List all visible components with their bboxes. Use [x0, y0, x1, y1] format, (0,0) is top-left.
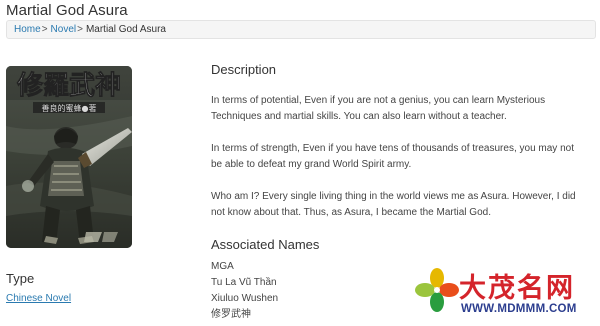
associated-name: Tu La Vũ Thần — [211, 277, 277, 288]
cover-image: 修羅武神 善良的蜜蜂●著 — [6, 66, 132, 248]
page-title: Martial God Asura — [6, 2, 128, 19]
watermark-name: 大茂名网 — [459, 273, 575, 304]
type-heading: Type — [6, 271, 35, 286]
description-paragraph: In terms of strength, Even if you have t… — [211, 143, 574, 170]
associated-names-list: MGA Tu La Vũ Thần Xiuluo Wushen 修罗武神 — [211, 259, 278, 323]
description-paragraph: In terms of potential, Even if you are n… — [211, 95, 546, 122]
breadcrumb: Home> Novel> Martial God Asura — [6, 20, 596, 39]
breadcrumb-separator: > — [41, 24, 48, 35]
cover-title-text: 修羅武神 — [16, 70, 121, 101]
clover-logo-icon — [415, 268, 459, 312]
watermark-url: WWW.MDMMM.COM — [461, 303, 577, 315]
associated-name: Xiuluo Wushen — [211, 293, 279, 304]
associated-name: 修罗武神 — [211, 309, 251, 320]
description-paragraph: Who am I? Every single living thing in t… — [211, 191, 576, 218]
description-heading: Description — [211, 62, 277, 77]
associated-name: MGA — [211, 261, 234, 272]
breadcrumb-home-link[interactable]: Home — [14, 24, 41, 35]
type-link[interactable]: Chinese Novel — [6, 293, 71, 304]
watermark: 大茂名网 WWW.MDMMM.COM — [415, 266, 600, 326]
associated-names-heading: Associated Names — [211, 237, 320, 252]
breadcrumb-current: Martial God Asura — [85, 24, 166, 35]
breadcrumb-novel-link[interactable]: Novel — [51, 24, 77, 35]
cover-author-text: 善良的蜜蜂●著 — [42, 103, 97, 113]
breadcrumb-separator: > — [77, 24, 83, 35]
